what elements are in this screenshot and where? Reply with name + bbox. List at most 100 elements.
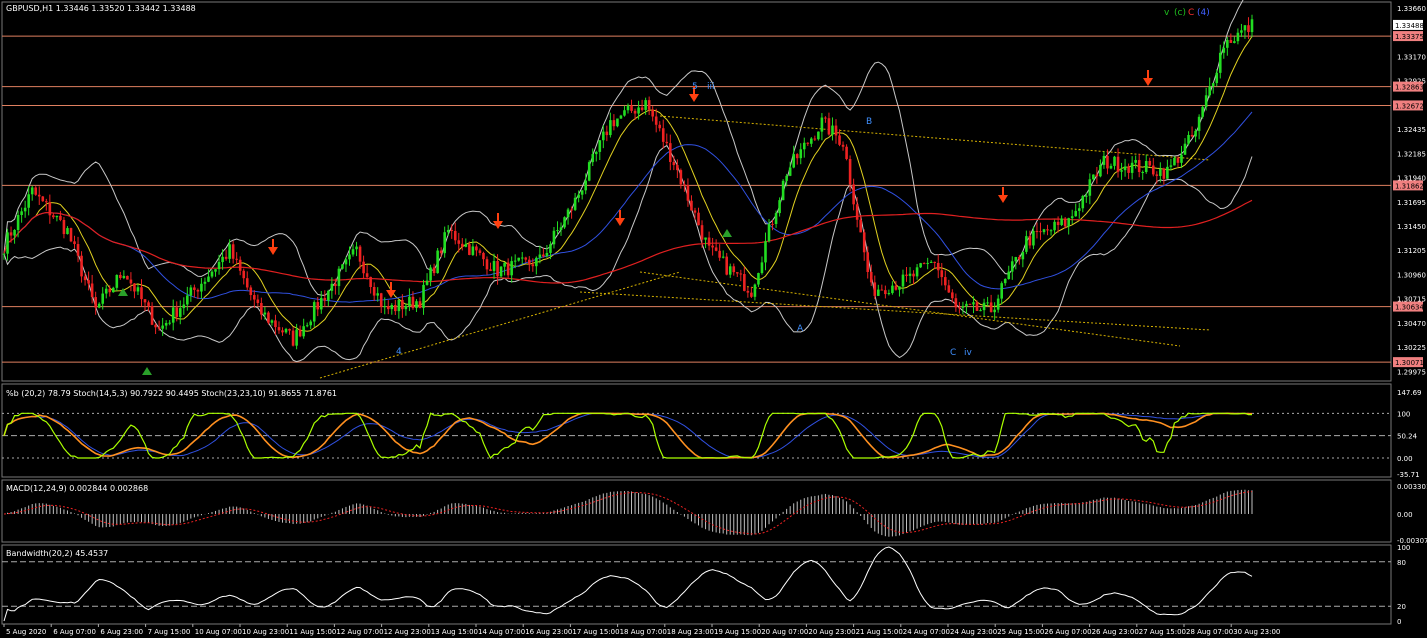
candle-body [221, 256, 224, 263]
candle-body [1243, 25, 1247, 31]
candle-body [661, 128, 665, 142]
candle-body [714, 247, 718, 251]
price-box-label: 1.33375 [1395, 33, 1424, 41]
candle-body [1215, 72, 1219, 84]
candle-body [298, 329, 302, 337]
candle-body [161, 325, 164, 329]
candle-body [788, 167, 792, 176]
candle-body [355, 246, 358, 250]
candle-body [305, 325, 309, 327]
macd-tick: 0.003301 [1397, 483, 1427, 491]
wave-count-c-paren: (c) [1174, 8, 1186, 18]
candle-body [954, 298, 958, 308]
time-label: 6 Aug 07:00 [53, 628, 96, 636]
candle-body [217, 262, 221, 270]
price-box-label: 1.32863 [1395, 84, 1424, 92]
price-box-label: 1.31862 [1395, 182, 1424, 190]
candle-body [968, 303, 972, 305]
candle-body [16, 215, 20, 230]
candle-body [559, 227, 563, 231]
candle-body [1130, 162, 1134, 173]
candle-body [700, 225, 704, 240]
candle-body [425, 280, 429, 285]
down-arrow-icon [493, 213, 503, 229]
candle-body [489, 269, 492, 271]
candle-body [1113, 156, 1116, 166]
candle-body [323, 297, 327, 301]
price-tick: 1.33660 [1397, 5, 1426, 13]
candle-body [1173, 157, 1176, 166]
candle-body [908, 273, 912, 276]
candle-body [379, 293, 383, 307]
candle-body [376, 293, 379, 296]
candle-body [538, 254, 542, 258]
candle-body [1000, 283, 1003, 299]
candle-body [401, 299, 404, 310]
candle-body [686, 185, 690, 201]
candle-body [1010, 261, 1014, 272]
candle-body [866, 252, 870, 272]
candle-body [996, 298, 1000, 310]
macd-tick: 0.00 [1397, 511, 1413, 519]
candle-body [1070, 216, 1074, 219]
bollinger-upper [3, 0, 1244, 296]
candle-body [683, 184, 686, 186]
candle-body [2, 253, 6, 255]
time-label: 24 Aug 23:00 [950, 628, 997, 636]
candle-body [94, 297, 97, 308]
candle-body [965, 303, 968, 307]
candle-body [136, 287, 140, 292]
candle-body [757, 273, 760, 285]
candle-body [1127, 166, 1130, 173]
candle-body [263, 312, 267, 315]
wave-label-B: B [866, 117, 872, 127]
candle-body [993, 309, 996, 313]
candle-body [122, 275, 126, 279]
candle-body [743, 274, 746, 291]
candle-body [556, 230, 559, 232]
candle-body [658, 124, 662, 129]
candle-body [1116, 156, 1120, 172]
candle-body [972, 302, 975, 305]
candle-body [284, 328, 288, 333]
candle-body [1226, 39, 1229, 48]
candle-body [813, 138, 817, 140]
candle-body [189, 287, 193, 296]
bandwidth-tick: 80 [1397, 559, 1406, 567]
candle-body [238, 259, 242, 271]
candle-body [986, 302, 989, 304]
candle-body [697, 212, 700, 226]
candle-body [1197, 116, 1201, 131]
candle-body [799, 149, 803, 159]
candle-body [862, 232, 866, 253]
wave-label-C: C [950, 348, 956, 358]
candle-body [894, 285, 898, 290]
candle-body [383, 306, 387, 308]
time-label: 20 Aug 23:00 [808, 628, 855, 636]
candle-body [20, 211, 23, 216]
candle-body [513, 260, 517, 262]
candle-body [369, 276, 372, 288]
trading-chart[interactable]: 1.336601.331701.329251.324351.321851.319… [0, 0, 1427, 638]
candle-body [880, 289, 884, 291]
candle-body [171, 307, 175, 323]
candle-body [531, 264, 535, 267]
time-label: 7 Aug 15:00 [148, 628, 191, 636]
candle-body [471, 246, 475, 255]
candle-body [411, 296, 415, 309]
candle-body [1155, 174, 1159, 176]
candle-body [778, 200, 781, 214]
candle-body [147, 302, 150, 306]
candle-body [1166, 166, 1169, 179]
candle-body [119, 274, 122, 279]
candle-body [485, 259, 489, 270]
candle-body [711, 245, 714, 248]
bandwidth-line [2, 546, 1391, 622]
candle-body [48, 202, 52, 216]
candle-body [422, 284, 425, 308]
time-label: 18 Aug 07:00 [620, 628, 667, 636]
wave-label-A: A [797, 324, 804, 334]
price-tick: 1.32435 [1397, 126, 1426, 134]
candle-body [1099, 164, 1102, 177]
trend-line [659, 115, 1211, 161]
